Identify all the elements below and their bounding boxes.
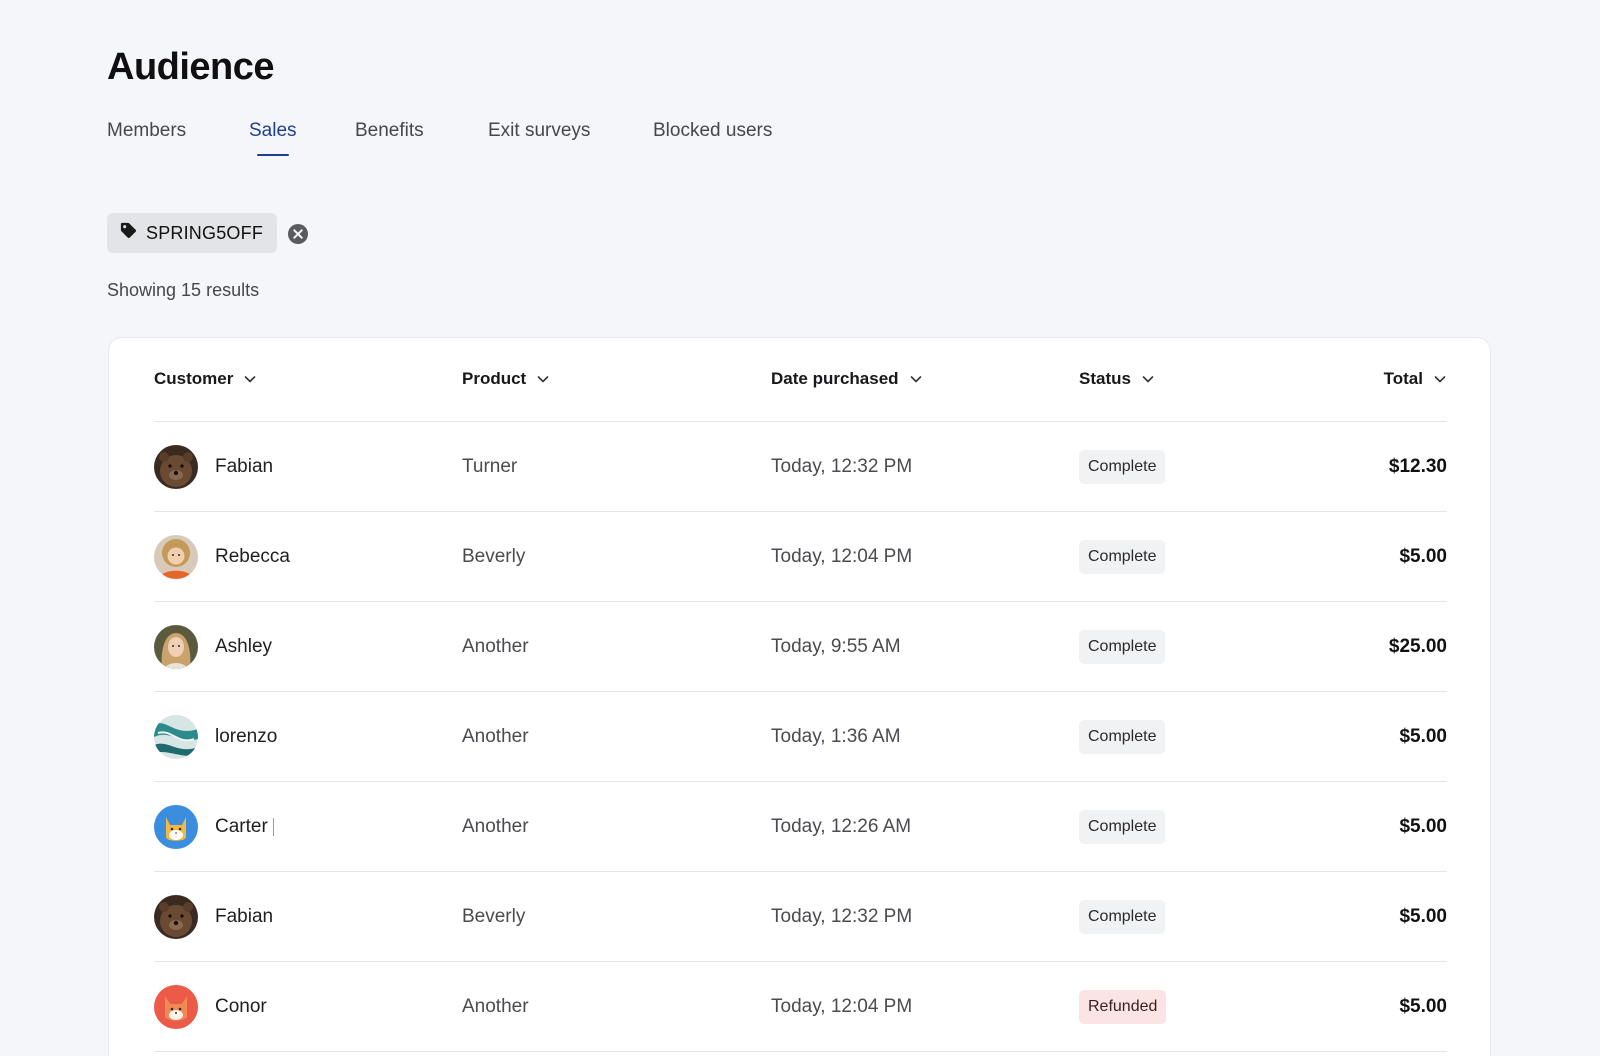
status-badge: Complete [1079,810,1166,844]
total-cell: $5.00 [1399,816,1447,837]
chevron-down-icon [910,376,921,383]
status-badge: Complete [1079,900,1166,934]
sales-table: Customer Product Date purchased Status T… [154,338,1447,1052]
date-cell: Today, 12:04 PM [771,996,913,1017]
status-badge: Complete [1079,720,1166,754]
results-count: Showing 15 results [107,280,260,300]
table-row[interactable]: Ashley Another Today, 9:55 AM Complete $… [154,602,1447,692]
filter-label: SPRING5OFF [146,222,264,243]
customer-cell: Carter [154,782,274,872]
customer-name[interactable]: Fabian [215,906,273,928]
total-cell: $5.00 [1399,996,1447,1017]
tab-blocked-users[interactable]: Blocked users [653,120,772,156]
date-cell: Today, 1:36 AM [771,726,901,747]
date-cell: Today, 12:32 PM [771,456,913,477]
status-cell: Complete [1079,602,1166,692]
sales-table-card: Customer Product Date purchased Status T… [108,337,1491,1056]
customer-name[interactable]: Rebecca [215,546,290,568]
customer-name[interactable]: lorenzo [215,726,277,748]
total-cell: $5.00 [1399,726,1447,747]
column-label: Date purchased [771,369,899,388]
table-row[interactable]: Carter Another Today, 12:26 AM Complete … [154,782,1447,872]
status-cell: Complete [1079,692,1166,782]
customer-cell: Ashley [154,602,272,692]
avatar [154,535,198,579]
chevron-down-icon [1142,376,1154,383]
avatar [154,895,198,939]
customer-cell: lorenzo [154,692,277,782]
date-cell: Today, 12:26 AM [771,816,912,837]
chevron-down-icon [245,376,256,383]
total-cell: $5.00 [1399,906,1447,927]
tab-benefits[interactable]: Benefits [355,120,424,156]
tag-icon [119,221,138,245]
table-row[interactable]: Fabian Turner Today, 12:32 PM Complete $… [154,422,1447,512]
total-cell: $5.00 [1399,546,1447,567]
product-cell: Another [462,996,529,1017]
avatar [154,625,198,669]
customer-name[interactable]: Conor [215,996,267,1018]
chevron-down-icon [1434,376,1446,383]
tab-exit-surveys[interactable]: Exit surveys [488,120,590,156]
avatar [154,715,198,759]
column-header-customer[interactable]: Customer [154,369,257,389]
table-row[interactable]: Rebecca Beverly Today, 12:04 PM Complete… [154,512,1447,602]
column-label: Customer [154,369,234,388]
chevron-down-icon [537,376,549,383]
table-header: Customer Product Date purchased Status T… [154,338,1447,422]
total-cell: $25.00 [1388,636,1447,657]
customer-name[interactable]: Fabian [215,456,273,478]
tab-members[interactable]: Members [107,120,186,156]
date-cell: Today, 12:32 PM [771,906,913,927]
close-circle-icon[interactable] [287,223,309,245]
table-row[interactable]: Fabian Beverly Today, 12:32 PM Complete … [154,872,1447,962]
customer-name[interactable]: Ashley [215,636,272,658]
status-badge: Complete [1079,450,1166,484]
customer-name[interactable]: Carter [215,816,268,838]
status-badge: Complete [1079,630,1166,664]
status-cell: Complete [1079,512,1166,602]
column-header-date-purchased[interactable]: Date purchased [771,369,923,389]
customer-cell: Conor [154,962,267,1052]
avatar [154,805,198,849]
product-cell: Another [462,636,529,657]
status-cell: Refunded [1079,962,1167,1052]
column-label: Total [1383,369,1423,388]
product-cell: Beverly [462,906,526,927]
avatar [154,445,198,489]
status-cell: Complete [1079,422,1166,512]
discount-filter-chip[interactable]: SPRING5OFF [107,213,277,253]
customer-cell: Fabian [154,422,273,512]
column-label: Product [462,369,527,388]
customer-cell: Fabian [154,872,273,962]
status-cell: Complete [1079,782,1166,872]
status-badge: Refunded [1079,990,1167,1024]
table-row[interactable]: lorenzo Another Today, 1:36 AM Complete … [154,692,1447,782]
product-cell: Beverly [462,546,526,567]
tab-sales[interactable]: Sales [249,120,297,156]
product-cell: Another [462,726,529,747]
column-header-product[interactable]: Product [462,369,550,389]
total-cell: $12.30 [1388,456,1447,477]
status-badge: Complete [1079,540,1166,574]
page-title: Audience [107,46,275,88]
column-header-total[interactable]: Total [1384,369,1447,389]
avatar [154,985,198,1029]
product-cell: Turner [462,456,518,477]
column-header-status[interactable]: Status [1079,369,1155,389]
status-cell: Complete [1079,872,1166,962]
column-label: Status [1079,369,1131,388]
product-cell: Another [462,816,529,837]
table-row[interactable]: Conor Another Today, 12:04 PM Refunded $… [154,962,1447,1052]
customer-cell: Rebecca [154,512,290,602]
text-cursor [272,818,274,836]
date-cell: Today, 12:04 PM [771,546,913,567]
date-cell: Today, 9:55 AM [771,636,901,657]
